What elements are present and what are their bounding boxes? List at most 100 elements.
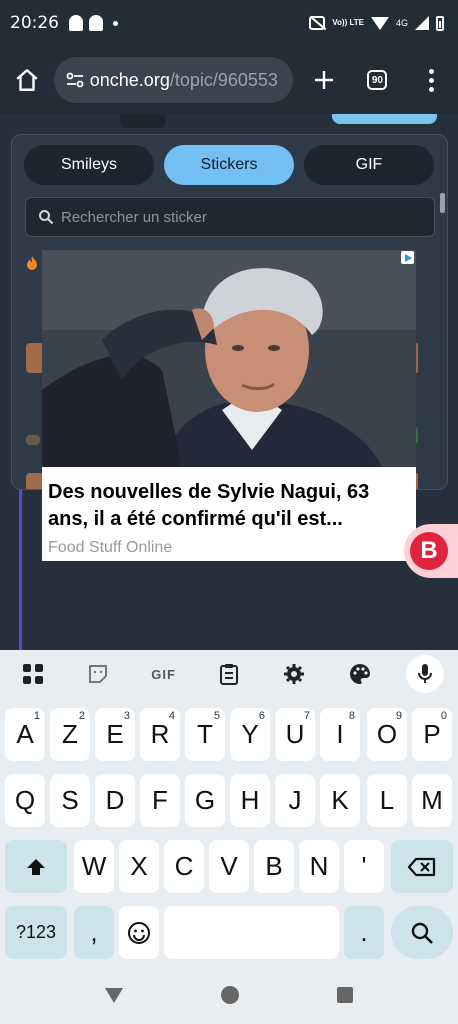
brand-badge-icon: B bbox=[410, 532, 448, 570]
snapchat-icon bbox=[69, 15, 83, 31]
key-a[interactable]: A1 bbox=[5, 708, 45, 761]
key-u[interactable]: U7 bbox=[275, 708, 315, 761]
key-o[interactable]: O9 bbox=[367, 708, 407, 761]
new-tab-button[interactable] bbox=[297, 53, 351, 107]
shift-key[interactable] bbox=[5, 840, 67, 893]
key-z[interactable]: Z2 bbox=[50, 708, 90, 761]
adchoices-icon[interactable] bbox=[401, 251, 414, 264]
key-label: P bbox=[423, 719, 441, 749]
browser-toolbar: onche.org/topic/960553 90 bbox=[0, 46, 458, 114]
key-hint: 4 bbox=[168, 710, 175, 722]
theme-button[interactable] bbox=[327, 650, 392, 698]
palette-icon bbox=[349, 664, 370, 684]
key-label: A bbox=[16, 719, 34, 749]
sticker-button[interactable] bbox=[65, 650, 130, 698]
browser-menu-button[interactable] bbox=[404, 53, 458, 107]
floating-badge[interactable]: B bbox=[404, 524, 458, 578]
home-nav-icon[interactable] bbox=[221, 986, 239, 1004]
key-label: T bbox=[197, 719, 213, 749]
key-w[interactable]: W bbox=[74, 840, 114, 893]
recents-nav-icon[interactable] bbox=[337, 987, 353, 1003]
key-label: R bbox=[150, 719, 170, 749]
key-x[interactable]: X bbox=[119, 840, 159, 893]
wifi-icon bbox=[370, 16, 389, 30]
site-settings-icon[interactable] bbox=[64, 69, 86, 91]
sticker-search-input[interactable]: Rechercher un sticker bbox=[25, 197, 435, 237]
emoji-key[interactable] bbox=[119, 906, 159, 959]
keyboard-row-2: Q S D F G H J K L M bbox=[0, 774, 458, 830]
picker-tabs: Smileys Stickers GIF bbox=[24, 145, 434, 185]
keyboard-row-1: A1 Z2 E3 R4 T5 Y6 U7 I8 O9 P0 bbox=[0, 708, 458, 764]
tab-smileys[interactable]: Smileys bbox=[24, 145, 154, 185]
key-c[interactable]: C bbox=[164, 840, 204, 893]
scrollbar[interactable] bbox=[440, 193, 445, 213]
key-g[interactable]: G bbox=[185, 774, 225, 827]
key-hint: 5 bbox=[213, 710, 220, 722]
key-label: I bbox=[336, 719, 344, 749]
ad-source: Food Stuff Online bbox=[48, 539, 173, 556]
back-nav-icon[interactable] bbox=[105, 987, 123, 1003]
advertisement[interactable]: Des nouvelles de Sylvie Nagui, 63 ans, i… bbox=[42, 250, 416, 561]
sticker-icon bbox=[89, 665, 108, 683]
editor-icon-partial[interactable] bbox=[120, 114, 166, 128]
key-n[interactable]: N bbox=[299, 840, 339, 893]
key-j[interactable]: J bbox=[275, 774, 315, 827]
apps-button[interactable] bbox=[0, 650, 65, 698]
voice-input-button[interactable] bbox=[393, 650, 458, 698]
symbols-key[interactable]: ?123 bbox=[5, 906, 67, 959]
key-e[interactable]: E3 bbox=[95, 708, 135, 761]
key-k[interactable]: K bbox=[320, 774, 360, 827]
key-h[interactable]: H bbox=[230, 774, 270, 827]
sticker-thumbnail[interactable] bbox=[26, 435, 40, 445]
key-p[interactable]: P0 bbox=[412, 708, 452, 761]
system-icons: Vo)) LTE 4G bbox=[309, 15, 444, 31]
key-hint: 2 bbox=[78, 710, 85, 722]
key-hint: 8 bbox=[348, 710, 355, 722]
address-bar[interactable]: onche.org/topic/960553 bbox=[53, 57, 293, 103]
key-d[interactable]: D bbox=[95, 774, 135, 827]
snapchat-icon bbox=[89, 15, 103, 31]
key-period[interactable]: . bbox=[344, 906, 384, 959]
signal-icon bbox=[415, 16, 429, 30]
keyboard-toolbar: GIF bbox=[0, 650, 458, 698]
key-i[interactable]: I8 bbox=[320, 708, 360, 761]
key-s[interactable]: S bbox=[50, 774, 90, 827]
tab-gif[interactable]: GIF bbox=[304, 145, 434, 185]
search-key[interactable] bbox=[391, 906, 453, 959]
key-f[interactable]: F bbox=[140, 774, 180, 827]
key-comma[interactable]: , bbox=[74, 906, 114, 959]
space-key[interactable] bbox=[164, 906, 339, 959]
home-button[interactable] bbox=[0, 53, 54, 107]
settings-button[interactable] bbox=[262, 650, 327, 698]
clipboard-button[interactable] bbox=[196, 650, 261, 698]
keyboard-row-3: W X C V B N ' bbox=[0, 840, 458, 896]
backspace-key[interactable] bbox=[391, 840, 453, 893]
key-label: E bbox=[106, 719, 124, 749]
home-icon bbox=[16, 69, 38, 91]
quote-bar bbox=[19, 490, 22, 650]
key-b[interactable]: B bbox=[254, 840, 294, 893]
more-vert-icon bbox=[428, 68, 434, 92]
keyboard: G I F A 1 Z 2 E 3 R 4 T 5 Y 6 U 7 I 8 O 9 … bbox=[0, 650, 458, 966]
key-l[interactable]: L bbox=[367, 774, 407, 827]
search-icon bbox=[411, 922, 433, 944]
ad-title[interactable]: Des nouvelles de Sylvie Nagui, 63 ans, i… bbox=[42, 467, 416, 533]
gif-label: GIF bbox=[151, 666, 176, 682]
apps-grid-icon bbox=[22, 664, 43, 684]
tab-switcher-button[interactable]: 90 bbox=[351, 53, 405, 107]
key-r[interactable]: R4 bbox=[140, 708, 180, 761]
url-text: onche.org/topic/960553 bbox=[90, 70, 278, 91]
key-t[interactable]: T5 bbox=[185, 708, 225, 761]
volte-icon: Vo)) LTE bbox=[332, 18, 364, 27]
key-m[interactable]: M bbox=[412, 774, 452, 827]
key-y[interactable]: Y6 bbox=[230, 708, 270, 761]
submit-button-partial[interactable] bbox=[332, 114, 437, 124]
key-v[interactable]: V bbox=[209, 840, 249, 893]
fire-icon[interactable] bbox=[25, 255, 39, 271]
key-apostrophe[interactable]: ' bbox=[344, 840, 384, 893]
tab-stickers[interactable]: Stickers bbox=[164, 145, 294, 185]
key-q[interactable]: Q bbox=[5, 774, 45, 827]
key-label: U bbox=[285, 719, 305, 749]
gif-button[interactable]: GIF bbox=[131, 650, 196, 698]
ad-image[interactable] bbox=[42, 250, 416, 467]
